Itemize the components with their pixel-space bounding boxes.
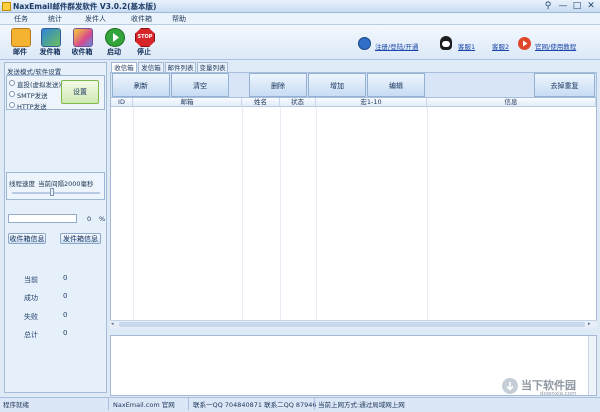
stop-icon: STOP — [135, 28, 155, 47]
settings-button[interactable]: 设置 — [61, 80, 99, 104]
help-link[interactable]: 官网/使用教程 — [535, 41, 576, 51]
outbox-button[interactable]: 发件箱 — [37, 28, 63, 58]
speed-slider-thumb[interactable] — [50, 188, 54, 196]
mail-button-label: 邮件 — [13, 48, 27, 56]
progress-bar — [8, 214, 77, 223]
register-link[interactable]: 注册/登陆/开通 — [375, 41, 418, 51]
window-title: NaxEmail邮件群发软件 V3.0.2(基本版) — [13, 2, 157, 11]
grid-line — [280, 107, 281, 320]
outbox-button-label: 发件箱 — [39, 48, 61, 56]
horizontal-scrollbar[interactable]: ◂ ▸ — [110, 320, 597, 328]
user-icon — [358, 37, 371, 50]
video-icon — [518, 37, 531, 50]
col-name[interactable]: 姓名 — [242, 98, 280, 107]
speed-title: 线程速度 — [9, 180, 35, 188]
left-panel — [4, 62, 107, 393]
col-info[interactable]: 信息 — [427, 98, 596, 107]
mode-label-http: HTTP发送 — [17, 103, 47, 111]
mode-label-direct: 直投(虚拟发送) — [17, 81, 62, 89]
inbox-button-label: 收件箱 — [71, 48, 93, 56]
col-id[interactable]: ID — [111, 98, 133, 107]
stat-fail-label: 失败 — [24, 313, 38, 321]
service2-link[interactable]: 客服2 — [492, 41, 509, 51]
log-scrollbar[interactable] — [588, 336, 596, 395]
menu-stats[interactable]: 统计 — [48, 14, 62, 24]
stat-total-label: 总计 — [24, 331, 38, 339]
download-icon — [502, 378, 518, 394]
app-icon — [2, 2, 11, 11]
progress-value: 0 — [87, 215, 92, 223]
outbox-icon — [41, 28, 61, 47]
start-button-label: 启动 — [107, 48, 121, 56]
tab-variable-list[interactable]: 变量列表 — [197, 62, 228, 72]
qq-icon — [440, 36, 452, 50]
mode-radio-smtp[interactable] — [9, 91, 15, 97]
edit-button[interactable]: 编辑 — [367, 73, 425, 97]
status-contact: 联系一QQ 704840871 联系二QQ 87946 — [193, 401, 317, 409]
stat-current-label: 当前 — [24, 276, 38, 284]
minimize-button[interactable]: — — [556, 1, 570, 12]
menu-task[interactable]: 任务 — [14, 14, 28, 24]
maximize-button[interactable]: □ — [570, 1, 584, 12]
grid-line — [427, 107, 428, 320]
add-button[interactable]: 增加 — [308, 73, 366, 97]
refresh-button[interactable]: 刷新 — [112, 73, 170, 97]
stat-success-value: 0 — [63, 292, 68, 300]
pin-icon[interactable]: ⚲ — [541, 1, 555, 12]
col-status[interactable]: 状态 — [280, 98, 316, 107]
stat-current-value: 0 — [63, 274, 68, 282]
status-site[interactable]: NaxEmail.com 官网 — [113, 399, 175, 409]
status-separator — [188, 398, 189, 410]
delete-button[interactable]: 删除 — [249, 73, 307, 97]
clear-button[interactable]: 清空 — [171, 73, 229, 97]
service1-link[interactable]: 客服1 — [458, 41, 475, 51]
speed-slider-track[interactable] — [12, 192, 100, 194]
speed-value: 当前间隔2000毫秒 — [38, 180, 94, 188]
menu-help[interactable]: 帮助 — [172, 14, 186, 24]
status-ready: 程序就绪 — [3, 401, 29, 409]
stat-total-value: 0 — [63, 329, 68, 337]
col-email[interactable]: 邮箱 — [133, 98, 242, 107]
tab-mail-list[interactable]: 邮件列表 — [165, 62, 196, 72]
start-button[interactable]: 启动 — [101, 28, 127, 58]
status-note: 当前上网方式:通过局域网上网 — [318, 401, 405, 409]
envelope-icon — [11, 28, 31, 47]
close-button[interactable]: ✕ — [584, 1, 598, 12]
mode-radio-direct[interactable] — [9, 80, 15, 86]
grid-line — [242, 107, 243, 320]
stat-fail-value: 0 — [63, 311, 68, 319]
stop-button[interactable]: STOP 停止 — [131, 28, 157, 58]
tab-inbox[interactable]: 收信箱 — [111, 62, 137, 72]
status-separator — [314, 398, 315, 410]
mode-label-smtp: SMTP发送 — [17, 92, 48, 100]
status-separator — [108, 398, 109, 410]
col-macro[interactable]: 宏1-10 — [316, 98, 427, 107]
recv-info-button[interactable]: 收件箱信息 — [8, 233, 46, 244]
grid-line — [316, 107, 317, 320]
tab-outbox[interactable]: 发信箱 — [138, 62, 164, 72]
mode-radio-http[interactable] — [9, 102, 15, 108]
stop-button-label: 停止 — [137, 48, 151, 56]
inbox-button[interactable]: 收件箱 — [69, 28, 95, 58]
scroll-right-icon[interactable]: ▸ — [588, 322, 594, 327]
play-icon — [105, 28, 125, 47]
grid-line — [133, 107, 134, 320]
scroll-thumb[interactable] — [119, 322, 585, 327]
progress-unit: % — [99, 215, 106, 223]
mail-grid[interactable] — [110, 98, 597, 328]
stat-success-label: 成功 — [24, 294, 38, 302]
menu-sender[interactable]: 发件人 — [85, 14, 106, 24]
scroll-left-icon[interactable]: ◂ — [111, 322, 117, 327]
send-info-button[interactable]: 发件箱信息 — [60, 233, 101, 244]
inbox-icon — [73, 28, 93, 47]
menu-inbox[interactable]: 收件箱 — [131, 14, 152, 24]
mail-button[interactable]: 邮件 — [7, 28, 33, 58]
dedupe-button[interactable]: 去掉重复 — [534, 73, 595, 97]
